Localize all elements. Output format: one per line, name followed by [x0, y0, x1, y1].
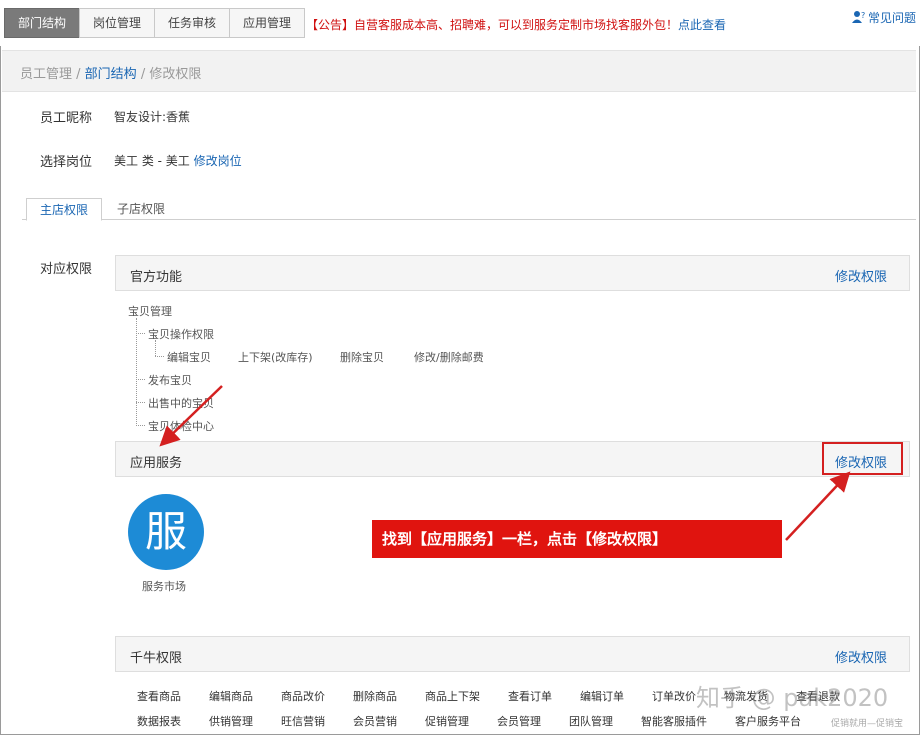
qianniu-perm-item: 旺信营销 [281, 715, 325, 728]
breadcrumb-edit-permissions: 修改权限 [149, 67, 202, 82]
instruction-callout: 找到【应用服务】一栏，点击【修改权限】 [372, 520, 782, 558]
tab-main-store-permissions[interactable]: 主店权限 [26, 198, 103, 221]
official-functions-edit-link[interactable]: 修改权限 [835, 266, 887, 285]
highlight-box [822, 442, 903, 475]
watermark: 知乎 @ pak2020 [696, 684, 889, 712]
qianniu-perm-item: 供销管理 [209, 715, 253, 728]
qianniu-perm-item: 商品改价 [281, 690, 325, 703]
permissions-label: 对应权限 [40, 262, 93, 277]
qianniu-perm-item: 编辑商品 [209, 690, 253, 703]
tree-node-publish-item: 发布宝贝 [148, 374, 192, 387]
tree-node-item-ops: 宝贝操作权限 [148, 328, 214, 341]
top-bar: 部门结构 岗位管理 任务审核 应用管理 【公告】自营客服成本高、招聘难，可以到服… [0, 0, 920, 46]
qianniu-perm-item: 团队管理 [569, 715, 613, 728]
qianniu-perm-item: 商品上下架 [425, 690, 480, 703]
tab-task-review[interactable]: 任务审核 [154, 8, 231, 38]
qianniu-perm-item: 删除商品 [353, 690, 397, 703]
qianniu-perm-item: 查看订单 [508, 690, 552, 703]
announcement-link[interactable]: 点此查看 [678, 18, 726, 32]
watermark-secondary: 促销就用—促销宝 [831, 719, 904, 729]
tree-line [136, 425, 145, 426]
breadcrumb-separator: / [72, 67, 85, 82]
tree-node-item-checkup: 宝贝体检中心 [148, 420, 214, 433]
faq-label: 常见问题 [867, 11, 916, 25]
qianniu-perm-item: 会员管理 [497, 715, 541, 728]
qianniu-perm-item: 查看商品 [137, 690, 181, 703]
position-value: 美工 类 - 美工 [114, 154, 190, 168]
qianniu-perm-item: 智能客服插件 [641, 715, 707, 728]
service-market-label: 服务市场 [142, 580, 186, 593]
position-value-group: 美工 类 - 美工 修改岗位 [114, 152, 242, 169]
tab-position-management[interactable]: 岗位管理 [79, 8, 156, 38]
breadcrumb-employee-management[interactable]: 员工管理 [20, 67, 72, 82]
tree-line [155, 356, 164, 357]
announcement-text: 【公告】自营客服成本高、招聘难，可以到服务定制市场找客服外包！ [306, 18, 679, 32]
breadcrumb: 员工管理 / 部门结构 / 修改权限 [2, 50, 916, 92]
qianniu-perm-item: 订单改价 [652, 690, 696, 703]
position-label: 选择岗位 [40, 155, 93, 170]
tree-line [136, 402, 145, 403]
store-tabs: 主店权限 子店权限 [22, 198, 916, 221]
qianniu-perm-item: 促销管理 [425, 715, 469, 728]
official-functions-title: 官方功能 [130, 270, 183, 285]
tree-leaf-delete-item: 删除宝贝 [340, 351, 384, 364]
tree-line [136, 333, 145, 334]
breadcrumb-department-structure[interactable]: 部门结构 [85, 67, 137, 82]
service-market-icon[interactable]: 服 [128, 494, 204, 570]
service-market-glyph: 服 [144, 507, 187, 556]
user-help-icon: ? [851, 11, 865, 23]
tree-line [136, 318, 137, 426]
qianniu-title: 千牛权限 [130, 651, 183, 666]
employee-nickname-value: 智友设计:香蕉 [114, 110, 191, 124]
breadcrumb-separator: / [136, 67, 150, 82]
tree-line [136, 379, 145, 380]
tree-node-items-on-sale: 出售中的宝贝 [148, 397, 214, 410]
edit-position-link[interactable]: 修改岗位 [194, 154, 242, 168]
qianniu-perm-item: 数据报表 [137, 715, 181, 728]
qianniu-perm-item: 会员营销 [353, 715, 397, 728]
top-tabs: 部门结构 岗位管理 任务审核 应用管理 [4, 8, 306, 38]
tab-department-structure[interactable]: 部门结构 [4, 8, 81, 38]
app-service-title: 应用服务 [130, 456, 183, 471]
tree-leaf-postage: 修改/删除邮费 [414, 351, 484, 364]
announcement: 【公告】自营客服成本高、招聘难，可以到服务定制市场找客服外包！点此查看 [306, 16, 726, 33]
qianniu-edit-link[interactable]: 修改权限 [835, 647, 887, 666]
faq-link[interactable]: ? 常见问题 [851, 9, 916, 26]
tree-line [155, 340, 156, 356]
qianniu-perm-item: 客户服务平台 [735, 715, 801, 728]
svg-text:?: ? [861, 11, 865, 20]
tab-app-management[interactable]: 应用管理 [229, 8, 306, 38]
app-service-header: 应用服务 修改权限 [115, 441, 910, 477]
qianniu-header: 千牛权限 修改权限 [115, 636, 910, 672]
tab-sub-store-permissions[interactable]: 子店权限 [104, 198, 178, 221]
qianniu-perm-item: 编辑订单 [580, 690, 624, 703]
tree-leaf-listing: 上下架(改库存) [238, 351, 313, 364]
official-functions-header: 官方功能 修改权限 [115, 255, 910, 291]
tree-node-item-management: 宝贝管理 [128, 305, 172, 318]
employee-nickname-label: 员工昵称 [40, 111, 93, 126]
tree-leaf-edit-item: 编辑宝贝 [167, 351, 211, 364]
